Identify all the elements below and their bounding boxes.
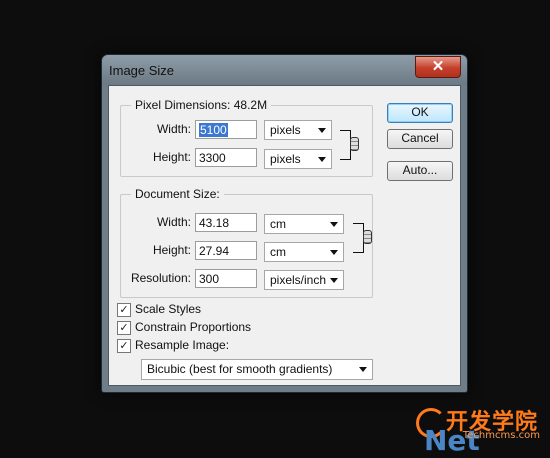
constrain-proportions-checkbox[interactable]: ✓ <box>117 321 131 335</box>
title-bar[interactable]: Image Size ✕ <box>102 55 467 85</box>
site-watermark: 开发学院 Net Techmcms.com <box>394 402 544 457</box>
pixel-height-label: Height: <box>152 150 191 164</box>
image-size-dialog: Image Size ✕ Pixel Dimensions: 48.2M Wid… <box>101 54 468 393</box>
doc-width-unit: cm <box>270 217 286 231</box>
pixel-height-unit-select[interactable]: pixels <box>264 149 332 169</box>
doc-width-input[interactable]: 43.18 <box>195 213 257 232</box>
pixel-dimensions-label: Pixel Dimensions: <box>135 98 231 112</box>
resolution-value: 300 <box>199 272 220 286</box>
resolution-input[interactable]: 300 <box>195 269 257 288</box>
resolution-unit-select[interactable]: pixels/inch <box>264 270 344 290</box>
pixel-height-unit: pixels <box>270 152 301 166</box>
doc-width-unit-select[interactable]: cm <box>264 214 344 234</box>
chevron-down-icon <box>330 278 338 283</box>
resolution-label: Resolution: <box>130 271 191 285</box>
pixel-dimensions-legend: Pixel Dimensions: 48.2M <box>131 98 272 112</box>
pixel-width-label: Width: <box>156 122 191 136</box>
pixel-width-unit-select[interactable]: pixels <box>264 120 332 140</box>
doc-height-unit: cm <box>270 245 286 259</box>
chevron-down-icon <box>330 250 338 255</box>
scale-styles-checkbox[interactable]: ✓ <box>117 303 131 317</box>
chevron-down-icon <box>330 222 338 227</box>
ok-button[interactable]: OK <box>387 103 453 123</box>
close-icon[interactable]: ✕ <box>415 56 461 78</box>
resample-image-checkbox[interactable]: ✓ <box>117 339 131 353</box>
chevron-down-icon <box>359 367 367 372</box>
doc-width-value: 43.18 <box>199 216 230 230</box>
cancel-button[interactable]: Cancel <box>387 129 453 149</box>
dialog-title: Image Size <box>109 63 175 78</box>
chain-link-icon <box>363 230 372 244</box>
chevron-down-icon <box>318 128 326 133</box>
resolution-unit: pixels/inch <box>270 273 327 287</box>
pixel-width-unit: pixels <box>270 123 301 137</box>
watermark-url-text: Techmcms.com <box>462 430 540 441</box>
resample-method-select[interactable]: Bicubic (best for smooth gradients) <box>141 359 373 380</box>
dialog-client-area: Pixel Dimensions: 48.2M Width: 5100 pixe… <box>108 85 461 386</box>
pixel-height-value: 3300 <box>199 151 226 165</box>
pixel-width-value: 5100 <box>199 123 228 137</box>
doc-height-value: 27.94 <box>199 244 230 258</box>
chain-link-icon <box>350 137 359 151</box>
document-size-group: Document Size: Width: 43.18 cm Height: 2… <box>120 187 373 298</box>
constrain-proportions-label[interactable]: Constrain Proportions <box>135 320 251 334</box>
resample-image-label[interactable]: Resample Image: <box>135 338 229 352</box>
doc-width-label: Width: <box>156 215 191 229</box>
chevron-down-icon <box>318 157 326 162</box>
doc-height-label: Height: <box>152 243 191 257</box>
doc-height-input[interactable]: 27.94 <box>195 241 257 260</box>
doc-height-unit-select[interactable]: cm <box>264 242 344 262</box>
pixel-height-input[interactable]: 3300 <box>195 148 257 167</box>
auto-button[interactable]: Auto... <box>387 161 453 181</box>
pixel-width-input[interactable]: 5100 <box>195 120 257 139</box>
document-size-legend: Document Size: <box>131 187 224 201</box>
pixel-dimensions-size: 48.2M <box>233 98 268 112</box>
scale-styles-label[interactable]: Scale Styles <box>135 302 201 316</box>
resample-method-value: Bicubic (best for smooth gradients) <box>147 362 333 376</box>
pixel-dimensions-group: Pixel Dimensions: 48.2M Width: 5100 pixe… <box>120 98 373 177</box>
